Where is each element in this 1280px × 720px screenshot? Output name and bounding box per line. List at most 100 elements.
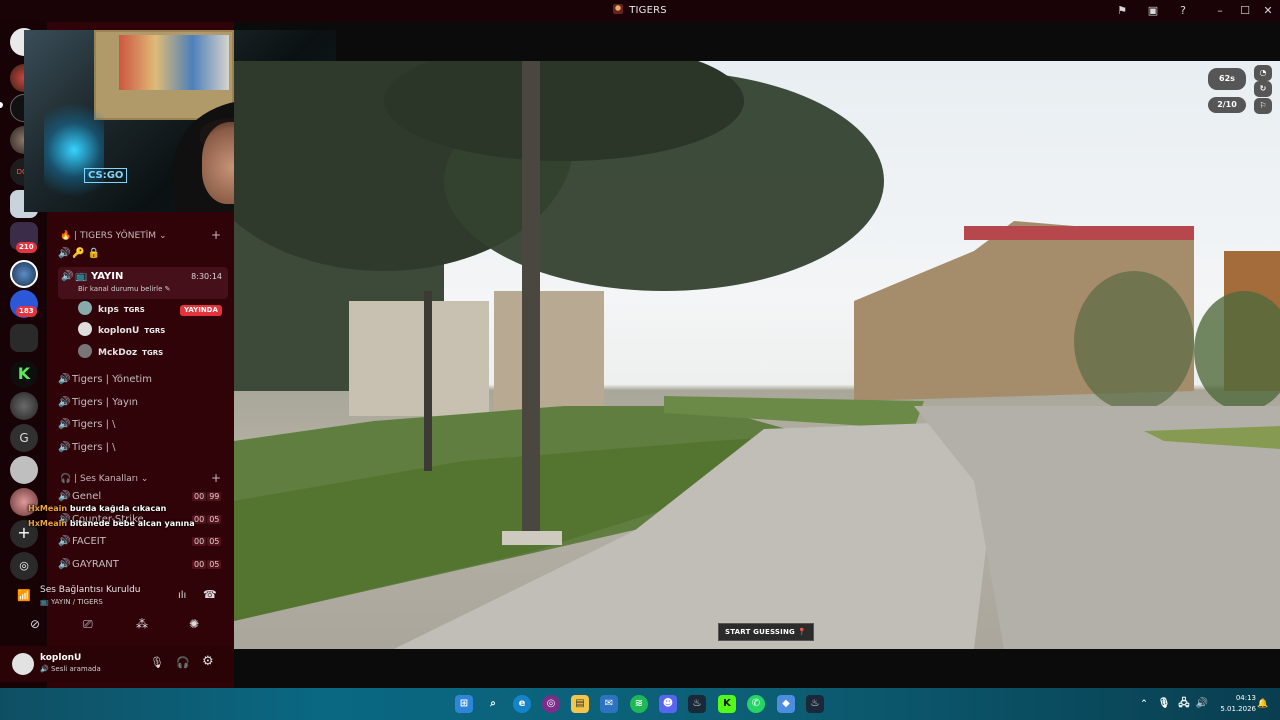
chat-user: HxMeain (28, 519, 68, 528)
flame-icon: 🔥 (60, 231, 72, 241)
discover-icon[interactable]: ◎ (10, 552, 38, 580)
stage-channel[interactable]: 🔊 Tigers | \ (58, 415, 228, 435)
member-tag: TGRS (144, 327, 166, 335)
user-limit-max: 05 (207, 560, 222, 569)
microphone-icon[interactable]: 🎙 (150, 656, 164, 669)
member-tag: TGRS (123, 306, 145, 314)
taskbar: ⊞ ⌕ e ◎ ▤ ✉ ≋ ☻ ♨ K ✆ ◆ ♨ ⌃ 🎙 🖧 🔊 04:13 … (0, 688, 1280, 720)
speaker-icon: 🔊 (58, 374, 71, 385)
chat-text: bitanede bebe alcan yanına (69, 519, 195, 528)
discord-icon[interactable]: ☻ (659, 695, 677, 713)
app-icon[interactable]: ◆ (777, 695, 795, 713)
kick-icon[interactable]: K (718, 695, 736, 713)
speaker-icon: 🔊 (58, 559, 71, 570)
mention-badge: 183 (16, 306, 37, 317)
tv-icon[interactable]: ▣ (1145, 3, 1161, 19)
start-icon[interactable]: ⊞ (455, 695, 473, 713)
tree-trunk (424, 291, 432, 471)
avatar[interactable] (12, 653, 34, 675)
edge-icon[interactable]: e (513, 695, 531, 713)
voice-channel-name[interactable]: 📺 YAYIN / TIGERS (40, 598, 103, 606)
search-icon[interactable]: ⌕ (484, 695, 502, 713)
close-button[interactable]: ✕ (1260, 3, 1276, 19)
server-icon[interactable] (10, 456, 38, 484)
speaker-icon: 🔊 (58, 536, 71, 547)
activities-icon[interactable]: ⁂ (136, 617, 148, 631)
clock-time: 04:13 (1235, 694, 1256, 702)
webcam-poster (119, 35, 229, 90)
server-icon[interactable] (10, 392, 38, 420)
microphone-icon[interactable]: 🎙 (1155, 695, 1173, 713)
network-icon[interactable]: 🖧 (1175, 695, 1193, 713)
help-icon[interactable]: ? (1175, 3, 1191, 19)
report-icon[interactable]: ⚐ (1254, 98, 1272, 114)
chevron-down-icon: ⌄ (140, 474, 149, 484)
server-letter-icon[interactable]: G (10, 424, 38, 452)
stage-channel[interactable]: 🔊 Tigers | Yönetim (58, 370, 228, 390)
kick-icon[interactable]: K (10, 360, 38, 388)
reset-icon[interactable]: ↻ (1254, 81, 1272, 97)
voice-member[interactable]: MckDoz TGRS (78, 344, 163, 362)
locked-channel[interactable]: 🔊 🔑 🔒 (58, 244, 228, 264)
streetview-game[interactable]: 62s 2/10 ◔ ↻ ⚐ START GUESSING 📍 (234, 61, 1280, 649)
mail-icon[interactable]: ✉ (600, 695, 618, 713)
voice-member[interactable]: koplonU TGRS (78, 322, 165, 340)
settings-gear-icon[interactable]: ⚙ (202, 654, 214, 669)
folder-icon[interactable]: ▤ (571, 695, 589, 713)
browser-icon[interactable]: ◎ (542, 695, 560, 713)
notification-icon[interactable]: 🔔 (1254, 695, 1272, 713)
noise-suppression-icon[interactable]: ılı (178, 590, 186, 601)
pin-icon: 📍 (797, 628, 807, 636)
screen-share-icon[interactable]: ⎚ (83, 617, 93, 632)
speaker-icon: 🔊 (58, 442, 71, 453)
user-limit-max: 05 (207, 515, 222, 524)
chat-text: burda kağıda cıkacan (69, 504, 167, 513)
compass-icon[interactable]: ◔ (1254, 65, 1272, 81)
stage-channel[interactable]: 🔊 Tigers | \ (58, 438, 228, 458)
soundboard-icon[interactable]: ✺ (189, 617, 199, 631)
headphones-icon: 🎧 (60, 474, 72, 484)
headphones-icon[interactable]: 🎧 (176, 656, 190, 669)
whatsapp-icon[interactable]: ✆ (747, 695, 765, 713)
category-voice[interactable]: 🎧 | Ses Kanalları ⌄ (60, 474, 148, 484)
member-name: MckDoz (98, 348, 138, 358)
tree (1074, 271, 1194, 411)
channel-timer: 8:30:14 (191, 272, 222, 281)
speaker-icon: 🔊 (58, 419, 71, 430)
spotify-icon[interactable]: ≋ (630, 695, 648, 713)
webcam-light (44, 90, 104, 210)
user-status: 🔊 Sesli aramada (40, 665, 101, 673)
steam-icon[interactable]: ♨ (688, 695, 706, 713)
disconnect-icon[interactable]: ☎ (203, 588, 217, 601)
member-tag: TGRS (142, 349, 164, 357)
channel-status[interactable]: Bir kanal durumu belirle ✎ (78, 281, 171, 297)
server-folder-icon[interactable] (10, 324, 38, 352)
building (494, 291, 604, 416)
lock-icon: 🔒 (87, 248, 101, 259)
stage-channel[interactable]: 🔊 Tigers | Yayın (58, 393, 228, 413)
stage-channel-label: Tigers | \ (72, 419, 116, 430)
mention-badge: 210 (16, 242, 37, 253)
channel-yayin[interactable]: 🔊 📺 YAYIN 8:30:14 Bir kanal durumu belirl… (58, 267, 228, 299)
planter (502, 531, 562, 545)
chat-overlay-message: HxMeain bitanede bebe alcan yanına (28, 519, 195, 528)
user-count: 00 (192, 560, 207, 569)
clock[interactable]: 04:13 5.01.2026 (1220, 693, 1256, 715)
steam-icon[interactable]: ♨ (806, 695, 824, 713)
camera-off-icon[interactable]: ⊘ (30, 617, 40, 631)
unread-pip (0, 102, 3, 108)
start-guessing-button[interactable]: START GUESSING 📍 (718, 623, 814, 641)
round-timer: 62s (1208, 68, 1246, 90)
voice-status-bar: 📶 Ses Bağlantısı Kuruldu 📺 YAYIN / TIGER… (17, 580, 234, 612)
maximize-button[interactable]: ☐ (1237, 3, 1253, 19)
chevron-up-icon[interactable]: ⌃ (1135, 695, 1153, 713)
category-manage[interactable]: 🔥 | TIGERS YÖNETİM ⌄ (60, 231, 166, 241)
user-count: 00 (192, 492, 207, 501)
flag-icon[interactable]: ⚑ (1114, 3, 1130, 19)
voice-member[interactable]: kıps TGRS (78, 301, 145, 319)
server-icon[interactable] (10, 260, 38, 288)
voice-channel-label: Genel (72, 491, 102, 502)
volume-icon[interactable]: 🔊 (1193, 695, 1211, 713)
csgo-logo: CS:GO (84, 168, 128, 183)
minimize-button[interactable]: – (1212, 3, 1228, 19)
